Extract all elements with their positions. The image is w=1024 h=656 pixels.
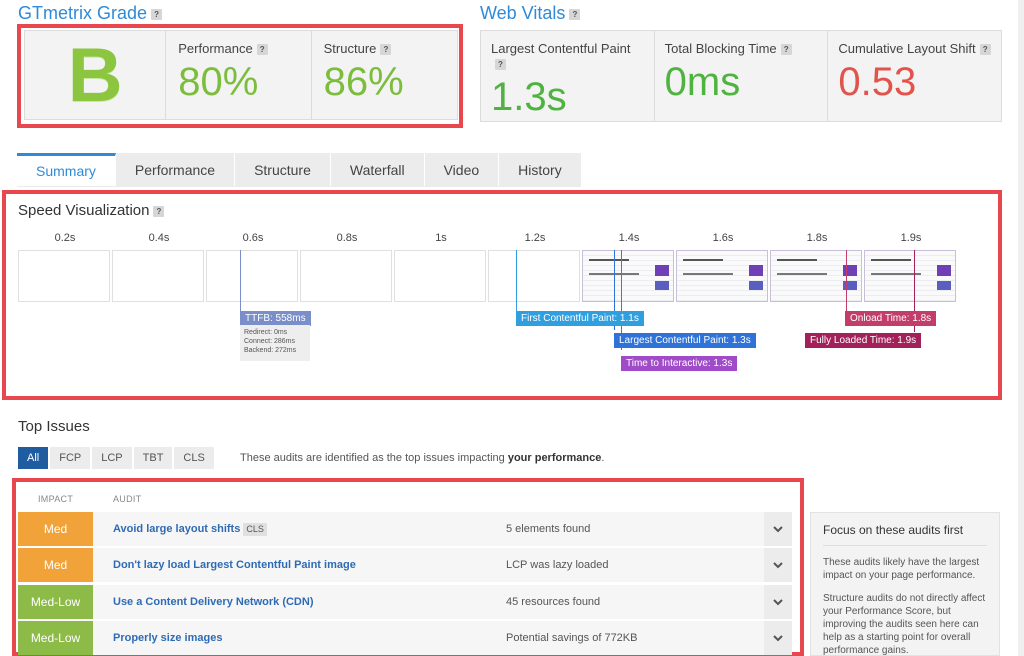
filter-tbt[interactable]: TBT [133, 447, 173, 469]
vitals-panel: Largest Contentful Paint? 1.3s Total Blo… [480, 30, 1002, 122]
table-row[interactable]: Med Avoid large layout shifts CLS 5 eleme… [18, 512, 792, 546]
help-icon[interactable]: ? [153, 205, 165, 217]
help-icon[interactable]: ? [380, 44, 392, 56]
tick-label: 1.4s [618, 232, 640, 244]
impact-badge: Med-Low [18, 585, 93, 619]
filter-all[interactable]: All [18, 447, 49, 469]
table-row[interactable]: Med Don't lazy load Largest Contentful P… [18, 548, 792, 582]
filmstrip-frame[interactable] [112, 250, 204, 302]
ttfb-marker [240, 250, 241, 312]
tick-label: 0.8s [336, 232, 358, 244]
structure-value: 86% [323, 60, 404, 104]
fcp-label: First Contentful Paint: 1.1s [516, 311, 644, 326]
page-scrollbar[interactable] [1018, 0, 1024, 656]
table-row[interactable]: Med-Low Use a Content Delivery Network (… [18, 585, 792, 619]
vital-tbt: Total Blocking Time? 0ms [655, 31, 829, 121]
column-header-audit: AUDIT [113, 494, 142, 504]
tab-history[interactable]: History [499, 153, 582, 187]
vital-cls-value: 0.53 [838, 60, 917, 104]
chevron-down-icon[interactable] [764, 548, 792, 582]
tick-label: 0.4s [148, 232, 170, 244]
help-icon[interactable]: ? [780, 44, 792, 56]
grade-letter: B [25, 31, 167, 119]
impact-badge: Med [18, 512, 93, 546]
tab-performance[interactable]: Performance [115, 153, 236, 187]
filmstrip-frame-screenshot[interactable] [770, 250, 862, 302]
vital-cls: Cumulative Layout Shift? 0.53 [828, 31, 1001, 121]
chevron-down-icon[interactable] [764, 585, 792, 619]
focus-paragraph: These audits likely have the largest imp… [823, 557, 980, 581]
tick-label: 1.9s [900, 232, 922, 244]
filmstrip-frame[interactable] [206, 250, 298, 302]
report-tabs: Summary Performance Structure Waterfall … [17, 153, 582, 187]
top-issues-title: Top Issues [18, 418, 90, 435]
grade-panel: B Performance? 80% Structure? 86% [24, 30, 458, 120]
column-header-impact: IMPACT [38, 494, 74, 504]
tick-label: 1.8s [806, 232, 828, 244]
help-icon[interactable]: ? [569, 8, 581, 20]
tab-structure[interactable]: Structure [235, 153, 331, 187]
focus-title: Focus on these audits first [823, 523, 987, 546]
tick-label: 1.6s [712, 232, 734, 244]
gtmetrix-grade-title: GTmetrix Grade? [18, 3, 163, 24]
filters-description: These audits are identified as the top i… [240, 452, 605, 464]
audit-finding: Potential savings of 772KB [506, 632, 638, 644]
audit-name[interactable]: Properly size images [113, 632, 222, 644]
tti-label: Time to Interactive: 1.3s [621, 356, 738, 371]
focus-paragraph: Structure audits do not directly affect … [823, 593, 986, 656]
vital-lcp: Largest Contentful Paint? 1.3s [481, 31, 655, 121]
audit-name[interactable]: Don't lazy load Largest Contentful Paint… [113, 559, 356, 571]
help-icon[interactable]: ? [495, 59, 506, 71]
help-icon[interactable]: ? [151, 8, 163, 20]
tick-label: 1s [435, 232, 447, 244]
help-icon[interactable]: ? [979, 44, 991, 56]
tabs-divider [17, 186, 565, 187]
fcp-marker [516, 250, 517, 312]
audit-finding: 5 elements found [506, 523, 591, 535]
ttfb-breakdown: Redirect: 0ms Connect: 286ms Backend: 27… [240, 325, 310, 361]
tab-video[interactable]: Video [424, 153, 500, 187]
vital-tbt-value: 0ms [664, 60, 741, 104]
filmstrip-frame[interactable] [300, 250, 392, 302]
chevron-down-icon[interactable] [764, 512, 792, 546]
chevron-down-icon[interactable] [764, 621, 792, 655]
filmstrip-frame[interactable] [394, 250, 486, 302]
help-icon[interactable]: ? [256, 44, 268, 56]
web-vitals-title: Web Vitals? [480, 3, 581, 24]
onload-marker [846, 250, 847, 312]
impact-badge: Med [18, 548, 93, 582]
filter-lcp[interactable]: LCP [92, 447, 132, 469]
issue-filters: All FCP LCP TBT CLS [18, 447, 216, 469]
impact-badge: Med-Low [18, 621, 93, 655]
lcp-label: Largest Contentful Paint: 1.3s [614, 333, 756, 348]
vital-lcp-value: 1.3s [491, 75, 567, 119]
filter-cls[interactable]: CLS [174, 447, 214, 469]
audit-name[interactable]: Avoid large layout shifts [113, 523, 240, 535]
structure-score: Structure? 86% [312, 31, 457, 119]
audit-finding: LCP was lazy loaded [506, 559, 609, 571]
tick-label: 0.6s [242, 232, 264, 244]
onload-label: Onload Time: 1.8s [845, 311, 937, 326]
filmstrip-frame-screenshot[interactable] [582, 250, 674, 302]
tick-label: 1.2s [524, 232, 546, 244]
filmstrip-frame[interactable] [488, 250, 580, 302]
tick-label: 0.2s [54, 232, 76, 244]
filmstrip-frame[interactable] [18, 250, 110, 302]
audit-name[interactable]: Use a Content Delivery Network (CDN) [113, 596, 314, 608]
filmstrip-frame-screenshot[interactable] [864, 250, 956, 302]
filmstrip-frame-screenshot[interactable] [676, 250, 768, 302]
fully-loaded-label: Fully Loaded Time: 1.9s [805, 333, 922, 348]
speed-visualization-title: Speed Visualization? [18, 202, 165, 219]
ttfb-label: TTFB: 558ms [240, 311, 311, 326]
metric-tag: CLS [243, 522, 267, 536]
focus-audits-panel: Focus on these audits first These audits… [810, 512, 1000, 656]
tab-summary[interactable]: Summary [17, 153, 116, 187]
performance-value: 80% [178, 60, 259, 104]
tab-waterfall[interactable]: Waterfall [330, 153, 425, 187]
performance-score: Performance? 80% [166, 31, 312, 119]
table-row[interactable]: Med-Low Properly size images Potential s… [18, 621, 792, 655]
audit-finding: 45 resources found [506, 596, 601, 608]
filter-fcp[interactable]: FCP [50, 447, 91, 469]
